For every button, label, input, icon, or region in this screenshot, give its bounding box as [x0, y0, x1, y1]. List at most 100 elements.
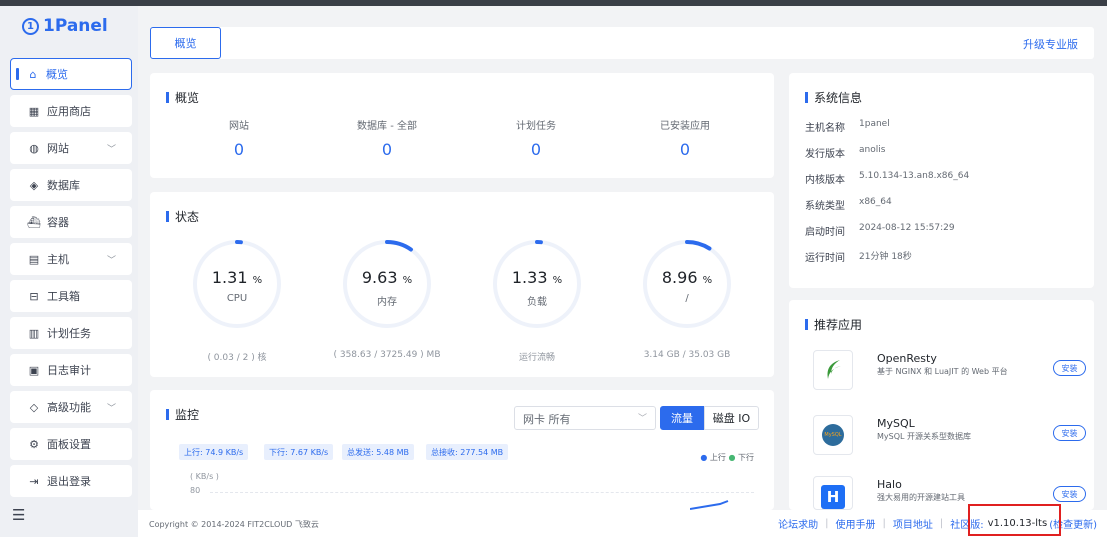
stat-cron-tasks[interactable]: 计划任务 0: [476, 117, 596, 159]
openresty-icon: [813, 350, 853, 390]
app-desc: 基于 NGINX 和 LuaJIT 的 Web 平台: [877, 367, 1008, 376]
sysinfo-key: 内核版本: [805, 175, 845, 186]
sidebar-item-3[interactable]: ◈ 数据库: [10, 169, 132, 201]
sidebar-item-label: 日志审计: [47, 364, 91, 377]
footer: Copyright © 2014-2024 FIT2CLOUD 飞致云 论坛求助…: [138, 510, 1107, 537]
sysinfo-card: 系统信息 主机名称 1panel 发行版本 anolis 内核版本 5.10.134-13…: [789, 73, 1094, 288]
status-card: 状态 1.31 % CPU ( 0.03 / 2 ) 核 9.63 % 内存 ( 358.…: [150, 192, 774, 377]
sidebar: 1 1Panel ⌂ 概览 ▦ 应用商店 ◍ 网站 ﹀ ◈ 数据库 ⛴ 容器 ▤ 主机 ﹀ ⊟ 工具箱 ▥ 计划任…: [0, 6, 138, 537]
sidebar-item-label: 高级功能: [47, 401, 91, 414]
traffic-button[interactable]: 流量: [660, 406, 704, 430]
sidebar-item-6[interactable]: ⊟ 工具箱: [10, 280, 132, 312]
sysinfo-value: 1panel: [859, 119, 890, 129]
app-desc: MySQL 开源关系型数据库: [877, 432, 972, 441]
legend-dot-up: ●: [700, 453, 708, 462]
stat-value: 0: [530, 140, 542, 159]
halo-icon: H: [813, 476, 853, 510]
sidebar-item-label: 退出登录: [47, 475, 91, 488]
sidebar-item-label: 数据库: [47, 179, 80, 192]
sidebar-item-4[interactable]: ⛴ 容器: [10, 206, 132, 238]
sidebar-item-2[interactable]: ◍ 网站 ﹀: [10, 132, 132, 164]
gauge-detail: ( 0.03 / 2 ) 核: [207, 353, 267, 363]
sysinfo-value: 5.10.134-13.an8.x86_64: [859, 171, 970, 181]
pill-download: 下行: 7.67 KB/s: [264, 444, 334, 460]
app-name: Halo: [877, 478, 902, 491]
gauge-number: 1.33: [511, 268, 548, 287]
gauge-0: 1.31 % CPU: [191, 238, 283, 330]
gauge-label: 负载: [527, 297, 547, 308]
log-icon: ▣: [28, 363, 40, 377]
grid-icon: ▦: [28, 104, 40, 118]
logo-text: 1Panel: [43, 16, 108, 36]
gauge-value: 1.33 %: [491, 268, 583, 287]
tab-overview[interactable]: 概览: [150, 27, 221, 59]
sidebar-item-label: 容器: [47, 216, 69, 229]
gauge-2: 1.33 % 负载: [491, 238, 583, 330]
gauge-number: 1.31: [211, 268, 248, 287]
chart-tick: 80: [190, 486, 201, 495]
sidebar-item-label: 概览: [46, 68, 68, 81]
gauge-3: 8.96 % /: [641, 238, 733, 330]
sysinfo-row: 启动时间 2024-08-12 15:57:29: [805, 223, 955, 238]
sidebar-item-9[interactable]: ◇ 高级功能 ﹀: [10, 391, 132, 423]
gauge-label: /: [685, 293, 689, 304]
upgrade-pro-link[interactable]: 升级专业版: [1023, 36, 1078, 52]
overview-title: 概览: [166, 89, 199, 106]
database-icon: ◈: [29, 178, 39, 192]
stat-value: 0: [679, 140, 691, 159]
collapse-menu-icon[interactable]: ☰: [12, 506, 25, 524]
pill-total-received: 总接收: 277.54 MB: [426, 444, 509, 460]
gauge-value: 8.96 %: [641, 268, 733, 287]
link-manual[interactable]: 使用手册: [835, 516, 875, 531]
stat-installed-apps[interactable]: 已安装应用 0: [625, 117, 745, 159]
sidebar-item-0[interactable]: ⌂ 概览: [10, 58, 132, 90]
gauge-unit: %: [552, 275, 563, 286]
gauge-unit: %: [402, 275, 413, 286]
link-project[interactable]: 项目地址: [893, 516, 933, 531]
sysinfo-value: x86_64: [859, 197, 892, 207]
sysinfo-row: 运行时间 21分钟 18秒: [805, 249, 912, 264]
app-desc: 强大易用的开源建站工具: [877, 493, 965, 502]
gauge-1: 9.63 % 内存: [341, 238, 433, 330]
install-button[interactable]: 安装: [1053, 486, 1086, 502]
sysinfo-row: 发行版本 anolis: [805, 145, 885, 160]
monitor-title: 监控: [166, 406, 199, 423]
app-openresty: OpenResty 基于 NGINX 和 LuaJIT 的 Web 平台 安装: [813, 350, 1089, 392]
chevron-down-icon: ﹀: [106, 144, 116, 155]
logo-icon: 1: [22, 17, 39, 35]
sidebar-item-10[interactable]: ⚙ 面板设置: [10, 428, 132, 460]
link-forum[interactable]: 论坛求助: [778, 516, 818, 531]
link-separator: |: [882, 518, 886, 529]
home-icon: ⌂: [29, 67, 37, 81]
sysinfo-key: 发行版本: [805, 149, 845, 160]
logo[interactable]: 1 1Panel: [22, 16, 108, 36]
sidebar-item-11[interactable]: ⇥ 退出登录: [10, 465, 132, 497]
pill-total-sent: 总发送: 5.48 MB: [342, 444, 414, 460]
stat-databases[interactable]: 数据库 - 全部 0: [327, 117, 447, 159]
sidebar-item-7[interactable]: ▥ 计划任务: [10, 317, 132, 349]
sysinfo-key: 主机名称: [805, 123, 845, 134]
disk-io-button[interactable]: 磁盘 IO: [704, 406, 759, 430]
legend-dot-down: ●: [728, 453, 736, 462]
sidebar-item-8[interactable]: ▣ 日志审计: [10, 354, 132, 386]
gauge-label: 内存: [377, 297, 397, 308]
link-separator: |: [825, 518, 829, 529]
install-button[interactable]: 安装: [1053, 425, 1086, 441]
stat-value: 0: [381, 140, 393, 159]
halo-logo-badge: H: [821, 485, 845, 509]
nic-select-value: 网卡 所有: [523, 413, 571, 426]
install-button[interactable]: 安装: [1053, 360, 1086, 376]
sidebar-item-5[interactable]: ▤ 主机 ﹀: [10, 243, 132, 275]
nic-select[interactable]: 网卡 所有 ﹀: [514, 406, 656, 430]
sidebar-item-1[interactable]: ▦ 应用商店: [10, 95, 132, 127]
link-separator: |: [939, 518, 944, 529]
legend-up: 上行: [709, 453, 726, 462]
sidebar-item-label: 工具箱: [47, 290, 80, 303]
chevron-down-icon: ﹀: [106, 255, 116, 266]
sidebar-item-label: 主机: [47, 253, 69, 266]
stat-websites[interactable]: 网站 0: [179, 117, 299, 159]
stat-value: 0: [233, 140, 245, 159]
mysql-icon: MySQL: [813, 415, 853, 455]
sysinfo-value: anolis: [859, 145, 886, 155]
sysinfo-title: 系统信息: [805, 89, 862, 106]
